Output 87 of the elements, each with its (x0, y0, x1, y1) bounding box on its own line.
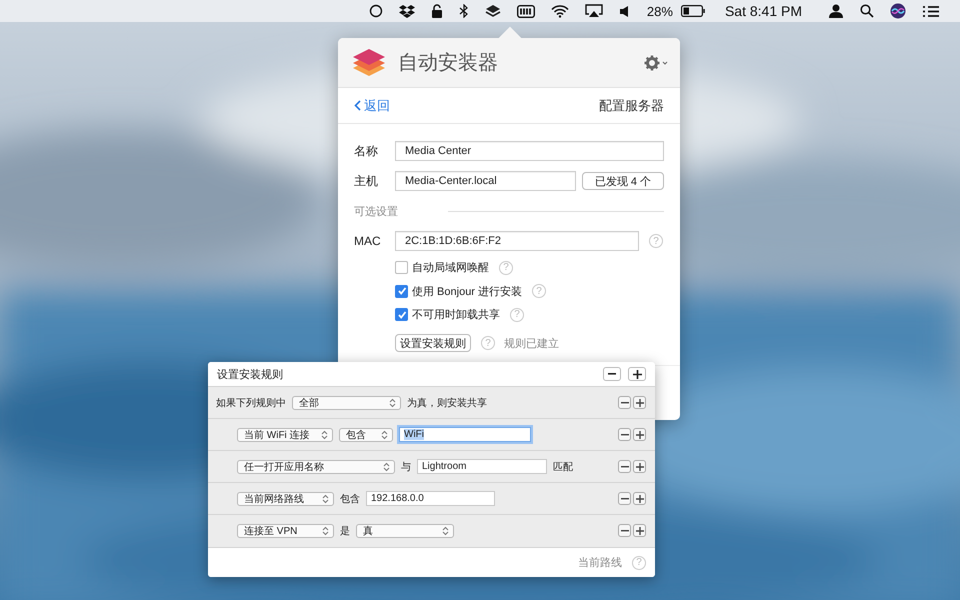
remove-button[interactable] (618, 396, 631, 409)
mac-field[interactable]: 2C:1B:1D:6B:6F:F2 (395, 231, 639, 251)
remove-button[interactable] (618, 460, 631, 473)
stepper-icon (389, 398, 396, 408)
minus-icon (620, 530, 628, 532)
remove-button[interactable] (618, 428, 631, 441)
discovered-button[interactable]: 已发现 4 个 (582, 172, 664, 190)
chevron-icon (354, 100, 361, 111)
stepper-icon (322, 494, 329, 504)
bluetooth-icon[interactable] (458, 4, 469, 18)
add-button[interactable] (633, 396, 646, 409)
app-title: 自动安装器 (398, 51, 499, 76)
box-icon[interactable] (398, 4, 415, 18)
user-icon[interactable] (828, 4, 844, 18)
list-icon[interactable] (922, 4, 940, 18)
meter-icon[interactable] (516, 4, 535, 18)
add-button[interactable] (628, 367, 646, 381)
stepper-icon (322, 526, 329, 536)
battery-icon[interactable] (680, 5, 705, 17)
plus-icon (632, 370, 642, 378)
text-field[interactable]: Media Center (395, 141, 664, 161)
plus-icon (636, 398, 644, 406)
minus-icon (620, 434, 628, 436)
match-popup[interactable]: 全部 (292, 396, 401, 410)
plus-icon (636, 430, 644, 438)
plus-icon (636, 494, 644, 502)
rule-popup[interactable]: 任一打开应用名称 (237, 460, 395, 474)
checkbox-label: 不可用时卸载共享 (412, 308, 500, 322)
field-label: MAC (354, 234, 382, 248)
checkbox[interactable] (395, 261, 408, 274)
condition-label: 为真，则安装共享 (407, 396, 487, 410)
stepper-icon (381, 430, 388, 440)
footer-label: 当前路线 (578, 556, 622, 570)
page-heading: 配置服务器 (599, 96, 664, 114)
condition-label: 如果下列规则中 (216, 396, 286, 410)
field-label: 名称 (354, 142, 379, 160)
battery-percentage: 28% (646, 4, 673, 18)
rule-label: 包含 (340, 492, 360, 506)
remove-button[interactable] (603, 367, 621, 381)
plus-icon (636, 462, 644, 470)
airplay-icon[interactable] (584, 4, 603, 18)
minus-icon (620, 402, 628, 404)
minus-icon (620, 466, 628, 468)
speaker-icon[interactable] (618, 4, 631, 18)
rule-popup[interactable]: 当前网络路线 (237, 492, 334, 506)
rule-popup[interactable]: 真 (356, 524, 454, 538)
add-button[interactable] (633, 460, 646, 473)
rule-field[interactable]: 192.168.0.0 (366, 491, 495, 506)
checkbox-label: 使用 Bonjour 进行安装 (412, 284, 522, 299)
back-link[interactable]: 返回 (354, 96, 390, 114)
circle-icon[interactable] (368, 4, 383, 18)
orb-icon[interactable] (890, 3, 906, 19)
field-label: 主机 (354, 172, 379, 190)
plus-icon (636, 526, 644, 534)
checkbox[interactable] (395, 284, 408, 298)
rule-popup[interactable]: 包含 (339, 428, 393, 442)
text-field[interactable]: Media-Center.local (395, 171, 576, 191)
stepper-icon (442, 526, 449, 536)
rule-field[interactable]: Lightroom (417, 459, 547, 474)
rule-label: 与 (401, 460, 411, 474)
rule-label: 匹配 (553, 460, 573, 474)
app-logo-icon (352, 48, 386, 78)
rule-label: 是 (340, 524, 350, 538)
remove-button[interactable] (618, 524, 631, 537)
rule-popup[interactable]: 当前 WiFi 连接 (237, 428, 333, 442)
clock[interactable]: Sat 8:41 PM (724, 3, 802, 19)
add-button[interactable] (633, 524, 646, 537)
rules-button[interactable]: 设置安装规则 (395, 334, 471, 352)
add-button[interactable] (633, 492, 646, 505)
wifi-icon[interactable] (550, 4, 569, 18)
search-icon[interactable] (860, 4, 874, 18)
lock-icon[interactable] (430, 4, 443, 18)
rule-popup[interactable]: 连接至 VPN (237, 524, 334, 538)
settings-icon[interactable] (644, 54, 668, 70)
rule-field[interactable]: WiFi (399, 427, 531, 442)
checkbox[interactable] (395, 308, 408, 322)
remove-button[interactable] (618, 492, 631, 505)
section-label: 可选设置 (354, 204, 398, 218)
rules-status: 规则已建立 (504, 336, 559, 351)
layers-icon[interactable] (484, 4, 501, 18)
add-button[interactable] (633, 428, 646, 441)
checkbox-label: 自动局域网唤醒 (412, 261, 489, 276)
sheet-title: 设置安装规则 (217, 368, 283, 382)
minus-icon (620, 498, 628, 500)
stepper-icon (321, 430, 328, 440)
stepper-icon (383, 462, 390, 472)
minus-icon (608, 373, 616, 375)
